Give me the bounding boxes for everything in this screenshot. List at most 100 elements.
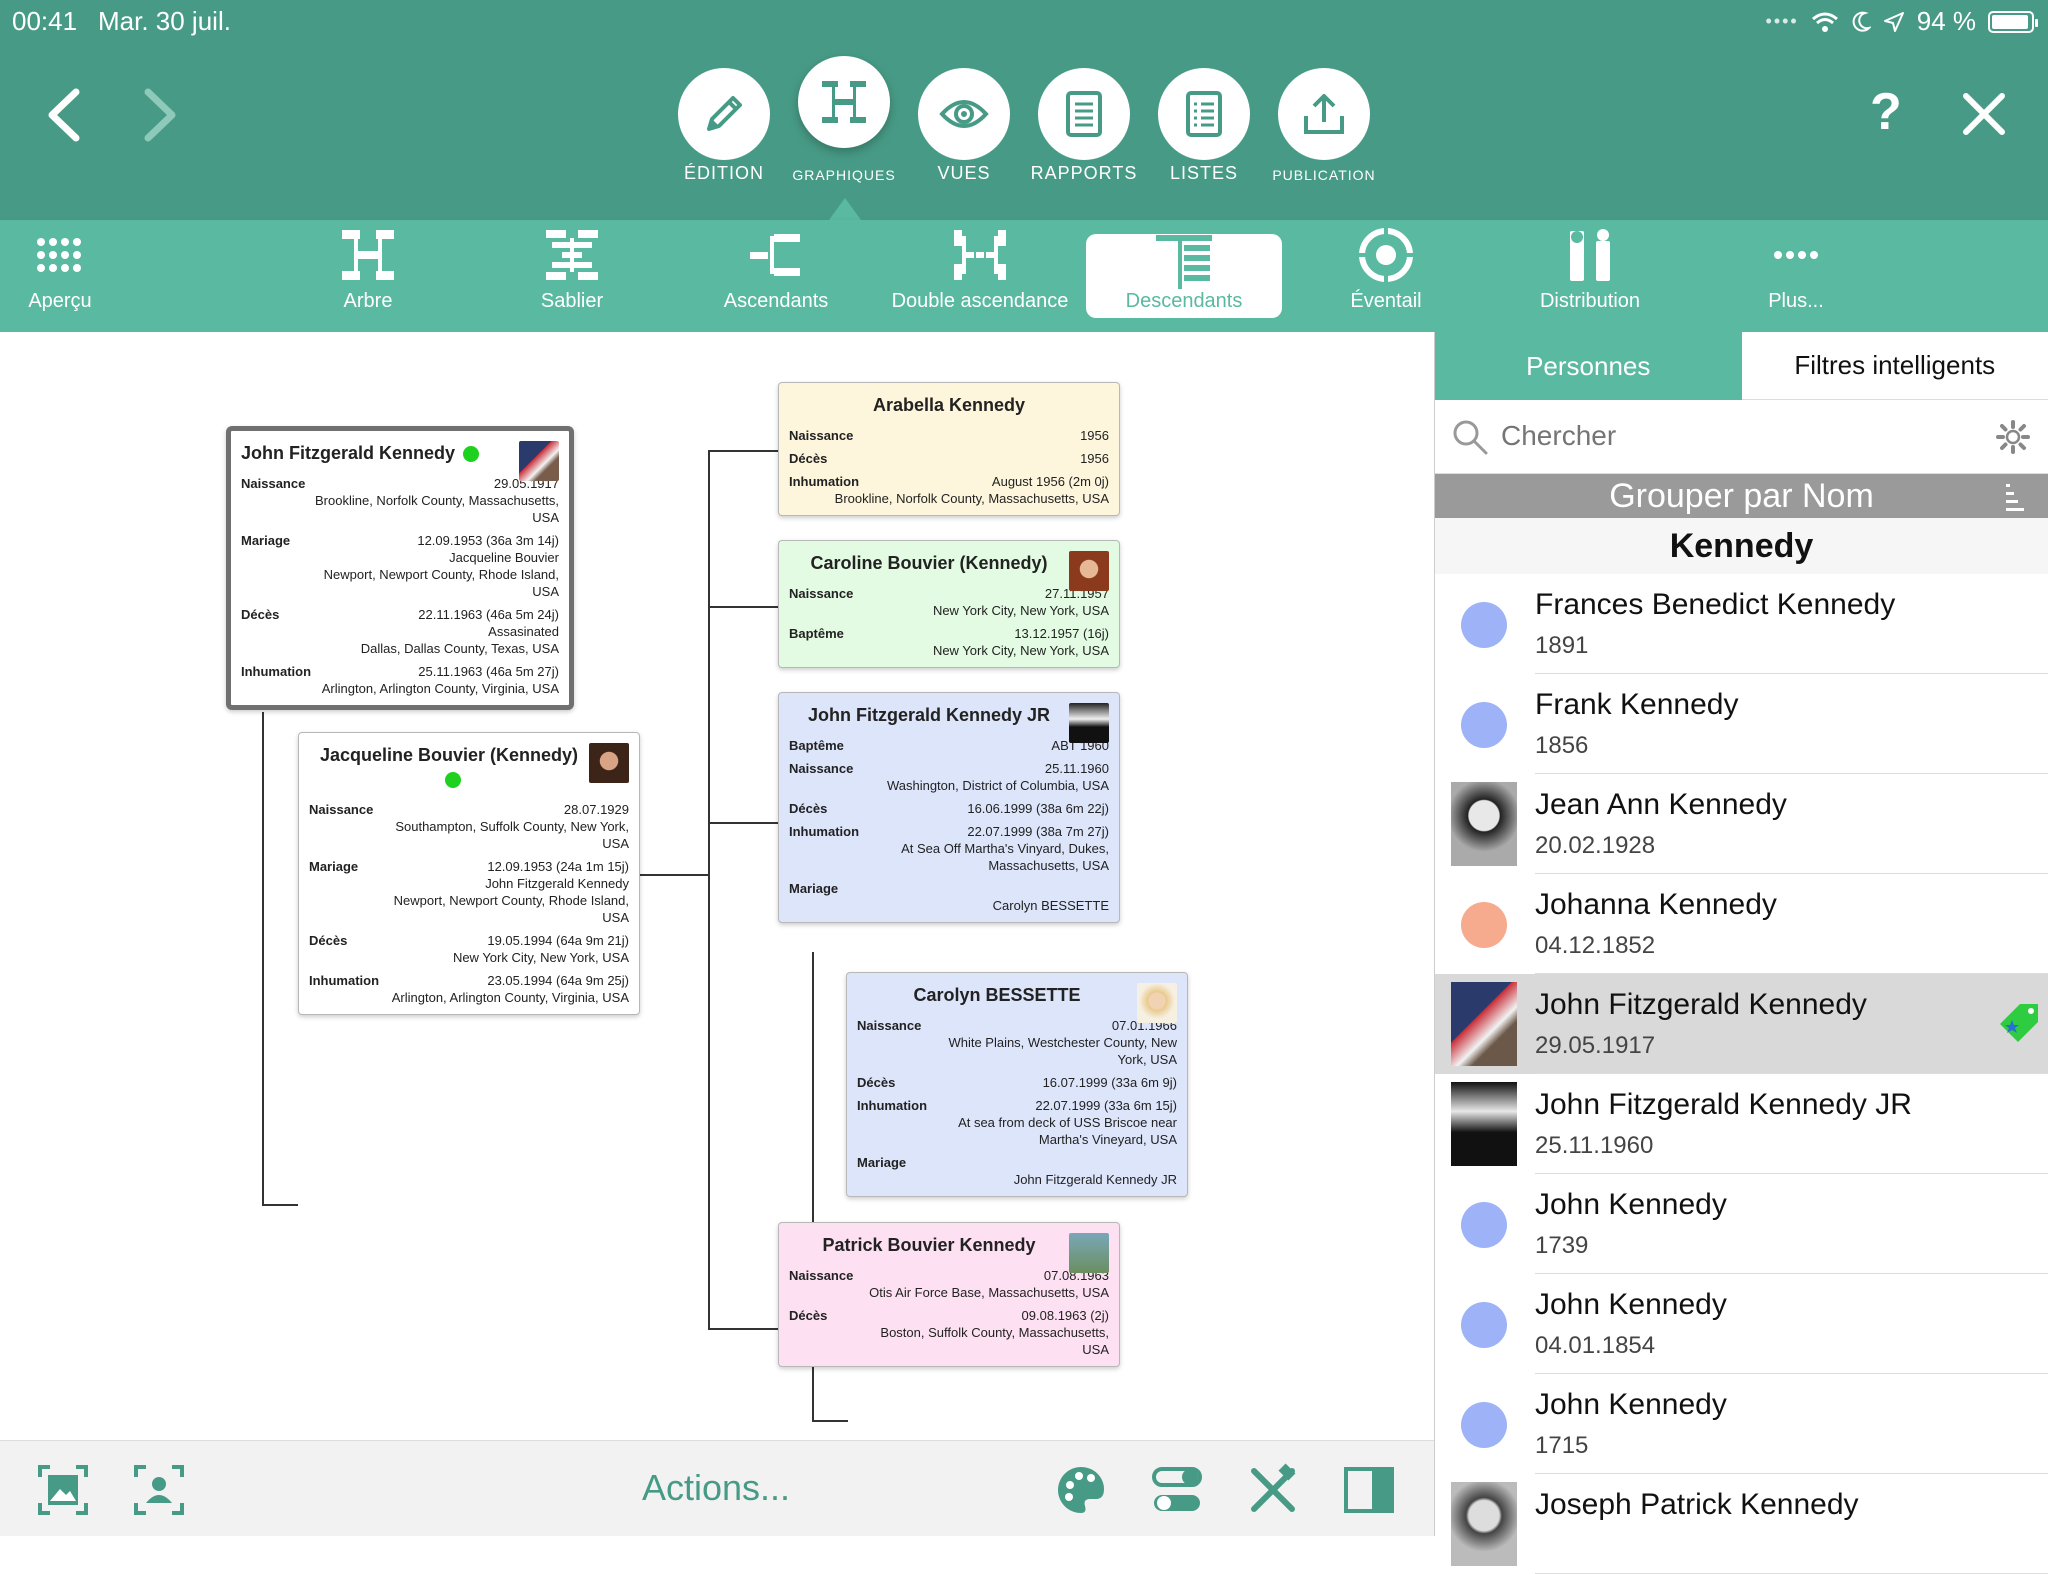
- sidebar-toggle-icon[interactable]: [1342, 1463, 1396, 1517]
- help-button[interactable]: ?: [1870, 82, 1902, 142]
- event-type: Naissance: [241, 475, 305, 492]
- person-card-root[interactable]: John Fitzgerald KennedyNaissance29.05.19…: [226, 426, 574, 710]
- person-avatar: [1461, 1202, 1507, 1248]
- close-icon[interactable]: [1960, 90, 2008, 138]
- focus-person-icon[interactable]: [132, 1463, 186, 1517]
- person-card-spouse[interactable]: Jacqueline Bouvier (Kennedy)Naissance28.…: [298, 732, 640, 1015]
- event-row: Mariage12.09.1953 (36a 3m 14j): [241, 532, 559, 549]
- person-name: John Kennedy: [1535, 1288, 1727, 1322]
- event-row: Baptême13.12.1957 (16j): [789, 625, 1109, 642]
- event-detail: New York City, New York, USA: [789, 642, 1109, 659]
- actions-button[interactable]: Actions...: [642, 1467, 790, 1509]
- event-detail: At sea from deck of USS Briscoe near: [857, 1114, 1177, 1131]
- tools-icon[interactable]: [1246, 1463, 1300, 1517]
- event-row: Naissance29.05.1917: [241, 475, 559, 492]
- event-type: Baptême: [789, 737, 844, 754]
- person-avatar: [1461, 1402, 1507, 1448]
- event-row: Naissance27.11.1957: [789, 585, 1109, 602]
- group-by-bar[interactable]: Grouper par Nom: [1435, 474, 2048, 518]
- location-icon: [1883, 11, 1905, 33]
- person-list-item[interactable]: John Kennedy 04.01.1854: [1435, 1274, 2048, 1374]
- event-row: Décès09.08.1963 (2j): [789, 1307, 1109, 1324]
- event-detail: Newport, Newport County, Rhode Island,: [309, 892, 629, 909]
- person-name-text: Arabella Kennedy: [873, 395, 1025, 415]
- person-photo: [1451, 982, 1517, 1066]
- person-list-item[interactable]: Jean Ann Kennedy20.02.1928: [1435, 774, 2048, 874]
- toggle-settings-icon[interactable]: [1150, 1463, 1204, 1517]
- back-arrow-icon[interactable]: [34, 80, 94, 150]
- tab-edition-button[interactable]: [678, 68, 770, 160]
- person-card-child[interactable]: Caroline Bouvier (Kennedy)Naissance27.11…: [778, 540, 1120, 668]
- palette-icon[interactable]: [1054, 1463, 1108, 1517]
- event-detail: Southampton, Suffolk County, New York,: [309, 818, 629, 835]
- gear-icon[interactable]: [1996, 420, 2030, 454]
- person-name: Carolyn BESSETTE: [857, 983, 1177, 1007]
- forward-arrow-icon[interactable]: [130, 80, 190, 150]
- sort-icon[interactable]: [2004, 482, 2026, 512]
- subtab-ascendants[interactable]: Ascendants: [716, 220, 836, 332]
- connector-line: [708, 1328, 778, 1330]
- person-list-item[interactable]: John Kennedy1739: [1435, 1174, 2048, 1274]
- subtab-more[interactable]: Plus...: [1746, 220, 1846, 332]
- person-card-child[interactable]: Patrick Bouvier KennedyNaissance07.08.19…: [778, 1222, 1120, 1367]
- tab-personnes[interactable]: Personnes: [1435, 332, 1742, 400]
- person-card-grandchild-spouse[interactable]: Carolyn BESSETTE Naissance07.01.1966White…: [846, 972, 1188, 1197]
- person-date: 04.01.1854: [1535, 1332, 1655, 1360]
- subtab-sablier[interactable]: Sablier: [522, 220, 622, 332]
- person-list-item[interactable]: Frank Kennedy1856: [1435, 674, 2048, 774]
- person-card-child[interactable]: Arabella KennedyNaissance1956Décès1956In…: [778, 382, 1120, 516]
- person-name: Patrick Bouvier Kennedy: [789, 1233, 1109, 1257]
- person-photo: [1137, 983, 1177, 1023]
- connector-line: [708, 606, 778, 608]
- person-card-child[interactable]: John Fitzgerald Kennedy JRBaptêmeABT 196…: [778, 692, 1120, 923]
- grid-icon: [36, 237, 84, 273]
- fit-image-icon[interactable]: [36, 1463, 90, 1517]
- event-type: Naissance: [789, 1267, 853, 1284]
- subtab-apercu[interactable]: Aperçu: [10, 220, 110, 332]
- status-date: Mar. 30 juil.: [98, 6, 231, 37]
- tab-filtres-intelligents[interactable]: Filtres intelligents: [1742, 332, 2048, 400]
- event-detail: Assasinated: [241, 623, 559, 640]
- person-name-text: Jacqueline Bouvier (Kennedy): [320, 745, 578, 765]
- tab-listes-button[interactable]: [1158, 68, 1250, 160]
- event-row: Naissance07.01.1966: [857, 1017, 1177, 1034]
- subtab-descendants[interactable]: Descendants: [1086, 234, 1282, 318]
- person-list-item[interactable]: Joseph Patrick Kennedy: [1435, 1474, 2048, 1574]
- tab-graphiques-button[interactable]: [798, 56, 890, 148]
- person-list-item[interactable]: Johanna Kennedy04.12.1852: [1435, 874, 2048, 974]
- person-photo: [1451, 1482, 1517, 1566]
- event-type: Mariage: [241, 532, 290, 549]
- descendants-chart-icon: [1154, 235, 1214, 289]
- person-date: 1856: [1535, 732, 1588, 760]
- person-list-item[interactable]: John Fitzgerald Kennedy29.05.1917: [1435, 974, 2048, 1074]
- subtab-double-ascendance[interactable]: Double ascendance: [880, 220, 1080, 332]
- event-row: Mariage12.09.1953 (24a 1m 15j): [309, 858, 629, 875]
- bottom-toolbar: Actions...: [0, 1440, 1434, 1536]
- tab-rapports-button[interactable]: [1038, 68, 1130, 160]
- chart-tree-icon: [818, 77, 870, 127]
- person-list-item[interactable]: John Kennedy1715: [1435, 1374, 2048, 1474]
- subtab-label: Éventail: [1336, 290, 1436, 313]
- subtab-arbre[interactable]: Arbre: [318, 220, 418, 332]
- event-detail: At Sea Off Martha's Vinyard, Dukes,: [789, 840, 1109, 857]
- search-input[interactable]: [1501, 414, 1961, 458]
- tab-publication-button[interactable]: [1278, 68, 1370, 160]
- descendants-chart: John Fitzgerald KennedyNaissance29.05.19…: [0, 332, 1434, 1440]
- tab-vues-button[interactable]: [918, 68, 1010, 160]
- tab-publication-label: PUBLICATION: [1249, 167, 1399, 183]
- person-photo: [1069, 551, 1109, 591]
- person-list-item[interactable]: John Fitzgerald Kennedy JR25.11.1960: [1435, 1074, 2048, 1174]
- person-name-text: Carolyn BESSETTE: [913, 985, 1080, 1005]
- chart-type-toolbar: Aperçu Arbre Sablier Ascendants Double a…: [0, 220, 2048, 332]
- event-row: Décès1956: [789, 450, 1109, 467]
- event-date: 25.11.1960: [1045, 760, 1109, 777]
- subtab-label: Distribution: [1530, 290, 1650, 313]
- event-detail: White Plains, Westchester County, New: [857, 1034, 1177, 1051]
- report-document-icon: [1064, 90, 1104, 138]
- event-row: Inhumation22.07.1999 (38a 7m 27j): [789, 823, 1109, 840]
- event-type: Naissance: [789, 585, 853, 602]
- subtab-distribution[interactable]: Distribution: [1530, 220, 1650, 332]
- person-list-item[interactable]: Frances Benedict Kennedy1891: [1435, 574, 2048, 674]
- person-photo: [1451, 782, 1517, 866]
- subtab-eventail[interactable]: Éventail: [1336, 220, 1436, 332]
